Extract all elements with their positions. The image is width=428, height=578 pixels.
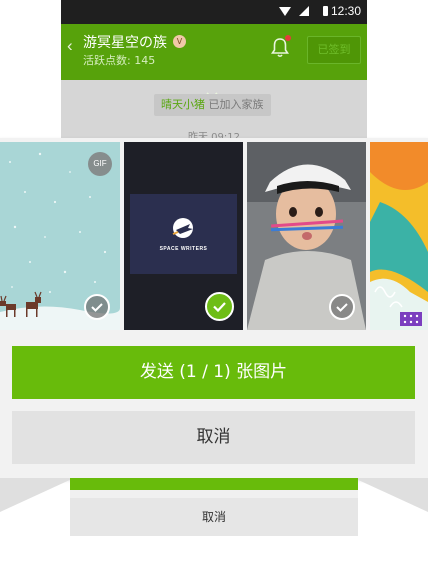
status-time: 12:30 bbox=[330, 4, 361, 18]
check-icon bbox=[213, 302, 226, 313]
select-checkbox-selected[interactable] bbox=[205, 292, 234, 321]
signed-in-button[interactable]: 已签到 bbox=[307, 36, 361, 64]
cancel-button-reflection: 取消 bbox=[70, 498, 358, 536]
battery-icon bbox=[323, 6, 328, 16]
select-checkbox[interactable] bbox=[329, 294, 355, 320]
join-notice-text: 已加入家族 bbox=[205, 98, 264, 111]
photo-thumbnail-1[interactable]: GIF bbox=[0, 142, 120, 330]
joined-username: 晴天小猪 bbox=[161, 98, 205, 111]
group-title: 游冥星空の族 bbox=[83, 35, 167, 51]
chat-screen-background: 12:30 ‹ 游冥星空の族 V 活跃点数: 145 已签到 晴天小猪 已加入家… bbox=[61, 0, 367, 140]
join-notice: 晴天小猪 已加入家族 bbox=[154, 94, 271, 116]
level-badge: V bbox=[173, 35, 186, 48]
send-button-reflection bbox=[70, 478, 358, 490]
photo-picker-sheet: GIF SPACE WRITERS 发送 (1 / 1) 张图片 取消 bbox=[0, 138, 428, 478]
sheet-shadow-right bbox=[354, 478, 428, 512]
space-writers-caption: SPACE WRITERS bbox=[159, 246, 208, 252]
wifi-icon bbox=[279, 7, 291, 16]
photo-thumbnail-2[interactable]: SPACE WRITERS bbox=[124, 142, 243, 330]
chat-header: ‹ 游冥星空の族 V 活跃点数: 145 已签到 bbox=[61, 24, 367, 99]
status-bar: 12:30 bbox=[61, 0, 367, 24]
check-icon bbox=[336, 303, 348, 312]
cancel-button[interactable]: 取消 bbox=[12, 411, 415, 464]
rocket-emblem bbox=[172, 218, 193, 238]
space-writers-artwork: SPACE WRITERS bbox=[130, 194, 237, 274]
check-icon bbox=[91, 303, 103, 312]
signal-icon bbox=[299, 6, 309, 16]
reflection-gap bbox=[70, 490, 358, 498]
sheet-shadow-left bbox=[0, 478, 74, 512]
photo-thumbnail-3[interactable] bbox=[247, 142, 366, 330]
back-icon[interactable]: ‹ bbox=[67, 36, 73, 56]
select-checkbox[interactable] bbox=[84, 294, 110, 320]
notification-dot bbox=[285, 35, 291, 41]
send-photos-button[interactable]: 发送 (1 / 1) 张图片 bbox=[12, 346, 415, 399]
gif-badge: GIF bbox=[88, 152, 112, 176]
photo-thumbnail-4[interactable] bbox=[370, 142, 428, 330]
activity-points: 活跃点数: 145 bbox=[83, 54, 156, 67]
colorful-illustration bbox=[370, 142, 428, 330]
